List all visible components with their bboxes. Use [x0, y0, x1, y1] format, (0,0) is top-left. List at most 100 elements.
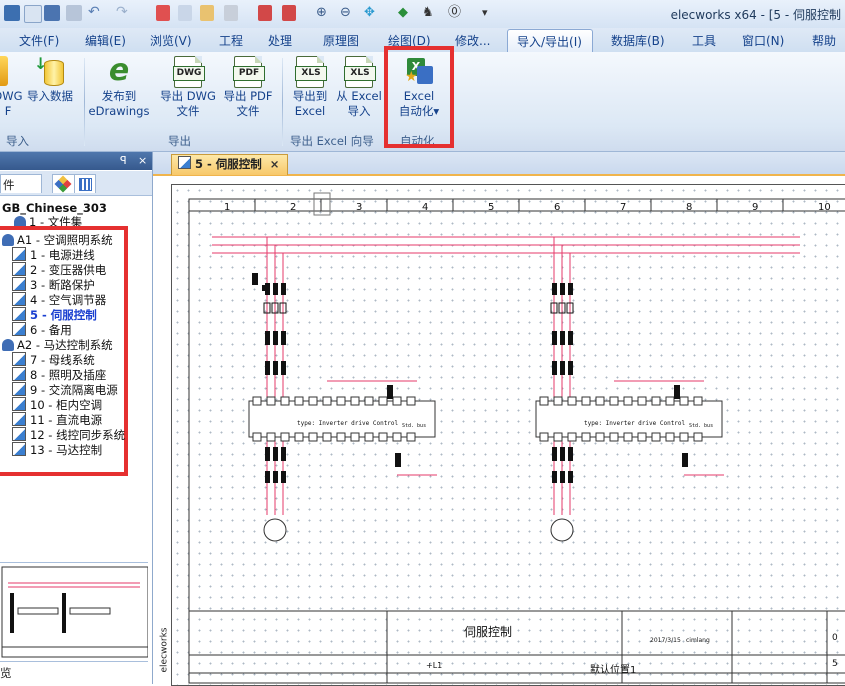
- tree-page-item[interactable]: 10 - 柜内空调: [12, 397, 102, 413]
- redo-icon[interactable]: ↷: [116, 5, 132, 21]
- terminal: [322, 396, 332, 406]
- xls-import-icon: XLS: [343, 56, 376, 88]
- tree-page-item[interactable]: 13 - 马达控制: [12, 442, 102, 458]
- menu-window[interactable]: 窗口(N): [742, 32, 784, 49]
- run-icon[interactable]: ◆: [398, 5, 414, 21]
- terminal: [595, 432, 605, 442]
- prev-page-icon[interactable]: [258, 5, 272, 21]
- tree-page-item[interactable]: 1 - 电源进线: [12, 247, 95, 263]
- publish-edrawings-label: 发布到: [101, 89, 137, 103]
- output-contact: [281, 471, 286, 483]
- terminal: [392, 396, 402, 406]
- terminal: [637, 396, 647, 406]
- tree-page-item[interactable]: 2 - 变压器供电: [12, 262, 106, 278]
- terminal: [609, 432, 619, 442]
- tree-page-item[interactable]: 9 - 交流隔离电源: [12, 382, 118, 398]
- tab-components[interactable]: [52, 174, 76, 193]
- marker: [252, 273, 258, 285]
- page-icon[interactable]: [224, 5, 238, 21]
- page-icon: [12, 412, 26, 426]
- ruler-number: 7: [620, 202, 627, 213]
- title-block-logo: elecworks: [159, 627, 170, 673]
- pin-icon[interactable]: ꟼ: [120, 154, 127, 167]
- menu-edit[interactable]: 编辑(E): [85, 32, 126, 49]
- components-icon: [54, 175, 72, 193]
- tree-page-item[interactable]: 8 - 照明及插座: [12, 367, 106, 383]
- menu-project[interactable]: 工程: [219, 32, 243, 49]
- output-contact: [568, 471, 573, 483]
- tree-page-item[interactable]: 5 - 伺服控制: [12, 307, 97, 323]
- export-pdf-label: 导出 PDF: [223, 89, 273, 103]
- help-icon[interactable]: ⓪: [448, 5, 464, 21]
- publish-edrawings-button[interactable]: e 发布到 eDrawings: [88, 56, 150, 119]
- menu-help[interactable]: 帮助: [812, 32, 836, 49]
- menu-process[interactable]: 处理: [268, 32, 292, 49]
- pan-icon[interactable]: ✥: [364, 5, 380, 21]
- menu-schematic[interactable]: 原理图: [323, 32, 359, 49]
- menu-view[interactable]: 浏览(V): [150, 32, 192, 49]
- terminal: [665, 396, 675, 406]
- menu-database[interactable]: 数据库(B): [611, 32, 665, 49]
- undo-icon[interactable]: ↶: [88, 5, 104, 21]
- tree-page-item[interactable]: 11 - 直流电源: [12, 412, 102, 428]
- terminal: [665, 432, 675, 442]
- cut-icon[interactable]: [156, 5, 170, 21]
- output-contact: [560, 471, 565, 483]
- terminal: [252, 432, 262, 442]
- contactor-contact: [568, 361, 573, 375]
- import-data-button[interactable]: ↓ 导入数据: [22, 56, 78, 104]
- document-tab-close-icon[interactable]: ×: [270, 157, 280, 171]
- document-tab[interactable]: 5 - 伺服控制 ×: [171, 154, 289, 175]
- tree-page-item[interactable]: 3 - 断路保护: [12, 277, 95, 293]
- contactor-contact: [568, 331, 573, 345]
- new-icon[interactable]: [24, 5, 42, 23]
- find-icon[interactable]: ♞: [422, 5, 438, 21]
- import-excel-button[interactable]: XLS 从 Excel 导入: [334, 56, 384, 119]
- output-contact: [568, 447, 573, 461]
- print-icon[interactable]: [66, 5, 82, 21]
- contactor-contact: [265, 331, 270, 345]
- export-pdf-button[interactable]: PDF 导出 PDF 文件: [220, 56, 276, 119]
- tree-page-item[interactable]: 4 - 空气调节器: [12, 292, 106, 308]
- app-icon[interactable]: [4, 5, 20, 21]
- tab-grid[interactable]: [74, 174, 96, 193]
- motor-symbol: [263, 518, 287, 542]
- zoom-out-icon[interactable]: ⊖: [340, 5, 356, 21]
- menu-import-export[interactable]: 导入/导出(I): [507, 29, 593, 54]
- zoom-in-icon[interactable]: ⊕: [316, 5, 332, 21]
- customize-toolbar-icon[interactable]: ▾: [482, 5, 498, 21]
- preview-thumbnail[interactable]: [0, 562, 149, 662]
- page-icon: [12, 307, 26, 321]
- tree-item-label: 3 - 断路保护: [30, 278, 95, 292]
- terminal: [392, 432, 402, 442]
- import-data-label: 导入数据: [27, 89, 73, 103]
- terminal: [567, 396, 577, 406]
- menu-modify[interactable]: 修改...: [455, 32, 490, 49]
- tree-folder[interactable]: A2 - 马达控制系统: [2, 337, 113, 353]
- close-icon[interactable]: ×: [138, 154, 147, 167]
- tree-item-label: 6 - 备用: [30, 323, 72, 337]
- tab-documents[interactable]: 件: [0, 174, 42, 193]
- tree-page-item[interactable]: 7 - 母线系统: [12, 352, 95, 368]
- tree-page-item[interactable]: 6 - 备用: [12, 322, 72, 338]
- title-block-user: cimlang: [686, 637, 710, 644]
- tree-page-item[interactable]: 12 - 线控同步系统: [12, 427, 125, 443]
- menu-file[interactable]: 文件(F): [19, 32, 59, 49]
- relay-contact: [674, 385, 680, 399]
- document-tab-label: 5 - 伺服控制: [195, 157, 262, 171]
- dwg-tag: DWG: [173, 66, 205, 81]
- drive-type-text: type: Inverter drive Control: [297, 420, 399, 427]
- ruler-number: 5: [488, 202, 495, 213]
- schematic-sheet[interactable]: type: Inverter drive Control Std. bus type…: [160, 184, 845, 686]
- export-dwg-button[interactable]: DWG 导出 DWG 文件: [156, 56, 220, 119]
- ruler-number: 3: [356, 202, 363, 213]
- export-excel-button[interactable]: XLS 导出到 Excel: [286, 56, 334, 119]
- terminal: [679, 432, 689, 442]
- menu-tools[interactable]: 工具: [692, 32, 716, 49]
- tree-folder[interactable]: A1 - 空调照明系统: [2, 232, 113, 248]
- tree-project[interactable]: GB_Chinese_303: [2, 201, 107, 215]
- save-icon[interactable]: [44, 5, 60, 21]
- paste-icon[interactable]: [200, 5, 214, 21]
- copy-icon[interactable]: [178, 5, 192, 21]
- next-page-icon[interactable]: [282, 5, 296, 21]
